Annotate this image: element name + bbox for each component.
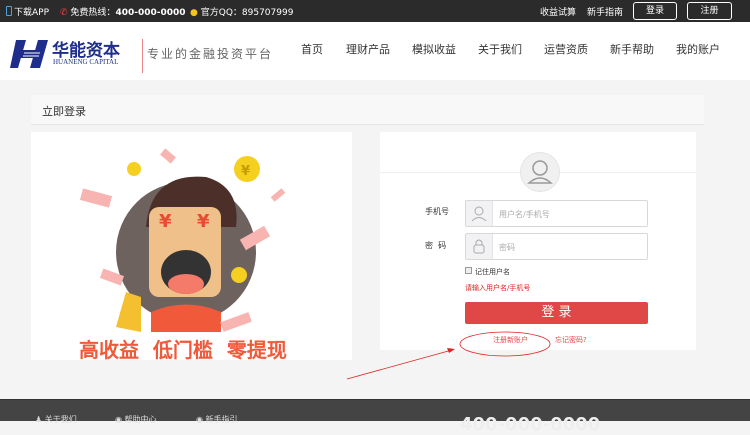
phone-label: 手机号 bbox=[425, 207, 449, 216]
remember-label[interactable]: 记住用户名 bbox=[475, 267, 510, 277]
footer-phone: 400-000-0000 bbox=[460, 414, 601, 435]
cartoon-illustration: ¥ ¥ ¥ bbox=[79, 148, 286, 332]
password-placeholder: 密码 bbox=[499, 243, 515, 252]
nav-simulate[interactable]: 模拟收益 bbox=[412, 41, 456, 57]
avatar bbox=[520, 152, 560, 192]
login-submit-button[interactable]: 登 录 bbox=[465, 302, 648, 324]
lock-icon bbox=[466, 234, 493, 259]
remember-checkbox[interactable] bbox=[465, 267, 472, 274]
username-input[interactable]: 用户名/手机号 bbox=[465, 200, 648, 227]
error-message: 请输入用户名/手机号 bbox=[465, 284, 531, 292]
nav-help[interactable]: 新手帮助 bbox=[610, 41, 654, 57]
footer-about-label: 关于我们 bbox=[44, 415, 77, 424]
profit-calc-link[interactable]: 收益试算 bbox=[540, 5, 576, 18]
logo[interactable]: 华能资本 HUANENG CAPITAL bbox=[10, 36, 130, 70]
nav-products[interactable]: 理财产品 bbox=[346, 41, 390, 57]
nav-account[interactable]: 我的账户 bbox=[676, 41, 720, 57]
nav-home[interactable]: 首页 bbox=[301, 41, 323, 57]
footer-help[interactable]: ◉ 帮助中心 bbox=[115, 414, 157, 425]
panel-title: 立即登录 bbox=[31, 95, 704, 125]
beginner-guide-link[interactable]: 新手指南 bbox=[587, 5, 623, 18]
logo-en: HUANENG CAPITAL bbox=[53, 58, 119, 66]
top-register-button[interactable]: 注册 bbox=[687, 2, 732, 20]
username-placeholder: 用户名/手机号 bbox=[499, 210, 550, 219]
nav-qualification[interactable]: 运营资质 bbox=[544, 41, 588, 57]
svg-text:¥: ¥ bbox=[241, 164, 250, 179]
svg-text:¥: ¥ bbox=[159, 211, 172, 232]
qq-icon: ● bbox=[190, 8, 198, 18]
nav-about[interactable]: 关于我们 bbox=[478, 41, 522, 57]
download-label: 下载APP bbox=[14, 8, 50, 18]
user-icon bbox=[466, 201, 493, 226]
banner-slogan: 高收益 低门槛 零提现 bbox=[79, 338, 287, 360]
promo-banner: ¥ ¥ ¥ 高收益 低门槛 零提现 bbox=[31, 132, 352, 360]
footer-guide-label: 新手指引 bbox=[205, 415, 238, 424]
top-bar: 下载APP ✆ 免费热线：400-000-0000 ● 官方QQ：8957079… bbox=[0, 0, 750, 22]
user-icon bbox=[527, 160, 553, 184]
password-input[interactable]: 密码 bbox=[465, 233, 648, 260]
footer-help-label: 帮助中心 bbox=[124, 415, 157, 424]
svg-text:¥: ¥ bbox=[197, 211, 210, 232]
register-link[interactable]: 注册新账户 bbox=[493, 335, 528, 345]
footer-guide[interactable]: ◉ 新手指引 bbox=[196, 414, 238, 425]
telephone-icon: ✆ bbox=[60, 8, 68, 18]
download-app-link[interactable]: 下载APP bbox=[6, 5, 49, 18]
slogan: 专业的金融投资平台 bbox=[147, 47, 274, 61]
qq-number: 官方QQ：895707999 bbox=[200, 8, 294, 18]
phone-icon bbox=[6, 6, 12, 16]
logo-divider bbox=[142, 39, 143, 73]
logo-mark-icon bbox=[10, 40, 48, 68]
header: 华能资本 HUANENG CAPITAL 专业的金融投资平台 首页 理财产品 模… bbox=[0, 22, 750, 80]
footer-about[interactable]: ♟ 关于我们 bbox=[35, 414, 77, 425]
hotline: ✆ 免费热线：400-000-0000 bbox=[60, 5, 186, 18]
qq-info: ● 官方QQ：895707999 bbox=[190, 5, 293, 18]
password-label: 密 码 bbox=[425, 241, 447, 250]
forgot-password-link[interactable]: 忘记密码? bbox=[555, 335, 587, 345]
hotline-label: 免费热线： bbox=[70, 8, 116, 18]
hotline-number: 400-000-0000 bbox=[115, 8, 186, 18]
top-login-button[interactable]: 登录 bbox=[633, 2, 677, 20]
footer: ♟ 关于我们 ◉ 帮助中心 ◉ 新手指引 400-000-0000 bbox=[0, 399, 750, 435]
